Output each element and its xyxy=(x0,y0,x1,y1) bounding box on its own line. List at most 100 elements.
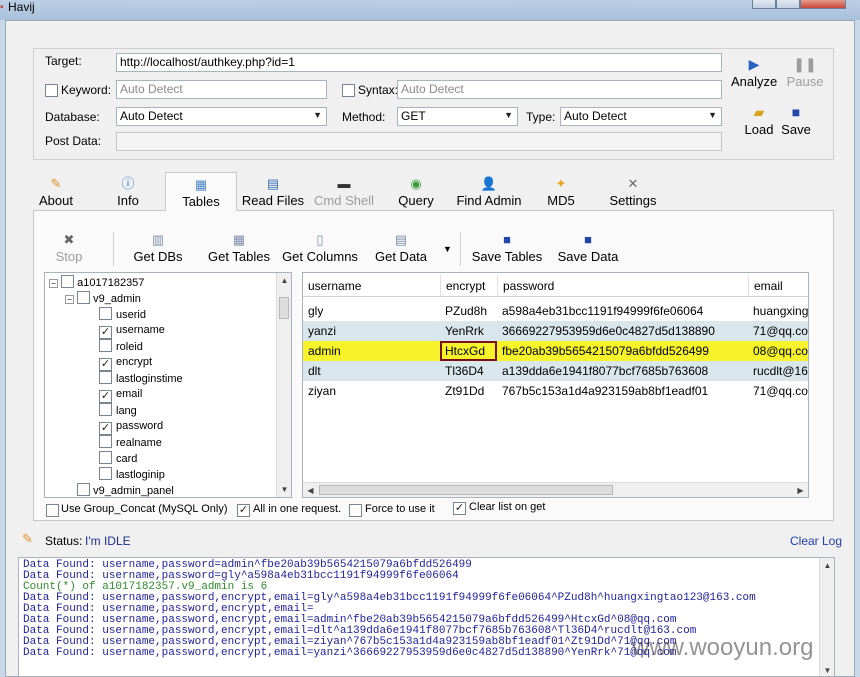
analyze-button[interactable]: ▶ Analyze xyxy=(731,56,777,89)
column-checkbox[interactable]: ✓ xyxy=(99,390,112,403)
column-header[interactable]: password xyxy=(497,275,748,297)
tab-cmd-shell[interactable]: ▬ Cmd Shell xyxy=(312,176,376,208)
table-cell[interactable]: rucdlt@16 xyxy=(748,361,808,381)
table-cell[interactable]: huangxing xyxy=(748,301,808,321)
tree-column-node[interactable]: ✓ encrypt xyxy=(99,355,152,371)
tree-column-node[interactable]: card xyxy=(99,451,137,467)
column-checkbox[interactable] xyxy=(99,307,112,320)
stop-button[interactable]: ✖ Stop xyxy=(52,232,86,264)
table-cell[interactable]: yanzi xyxy=(303,321,440,341)
collapse-icon[interactable]: − xyxy=(49,279,58,288)
tree-column-node[interactable]: realname xyxy=(99,435,162,451)
column-header[interactable]: encrypt xyxy=(440,275,497,297)
table-cell[interactable]: ziyan xyxy=(303,381,440,401)
table-cell[interactable]: 71@qq.co xyxy=(748,321,808,341)
minimize-button[interactable] xyxy=(752,0,776,9)
table-row[interactable]: dlt Tl36D4 a139dda6e1941f8077bcf7685b76360… xyxy=(303,361,808,381)
tree-checkbox[interactable] xyxy=(77,291,91,304)
table-cell[interactable]: PZud8h xyxy=(440,301,497,321)
column-checkbox[interactable]: ✓ xyxy=(99,358,112,371)
postdata-input[interactable] xyxy=(116,132,722,151)
table-cell[interactable]: fbe20ab39b5654215079a6bfdd526499 xyxy=(497,341,748,361)
grid-horizontal-scrollbar[interactable]: ◀ ▶ xyxy=(303,482,808,497)
table-row[interactable]: admin HtcxGd fbe20ab39b5654215079a6bfdd526… xyxy=(303,341,808,361)
get-data-dropdown-icon[interactable]: ▼ xyxy=(443,244,452,254)
column-checkbox[interactable] xyxy=(99,467,112,480)
scroll-up-icon[interactable]: ▲ xyxy=(277,273,291,288)
scroll-down-icon[interactable]: ▼ xyxy=(820,663,834,676)
table-row[interactable]: gly PZud8h a598a4eb31bcc1191f94999f6fe0606… xyxy=(303,301,808,321)
scroll-thumb[interactable] xyxy=(279,297,289,319)
maximize-button[interactable] xyxy=(776,0,800,9)
tab-query[interactable]: ◉ Query xyxy=(394,176,438,208)
column-checkbox[interactable] xyxy=(99,339,112,352)
table-cell[interactable]: gly xyxy=(303,301,440,321)
column-checkbox[interactable] xyxy=(99,371,112,384)
scroll-down-icon[interactable]: ▼ xyxy=(277,482,291,497)
data-grid[interactable]: username encrypt password email gly PZud8… xyxy=(302,272,809,498)
column-checkbox[interactable] xyxy=(99,451,112,464)
keyword-input[interactable]: Auto Detect xyxy=(116,80,327,99)
scroll-up-icon[interactable]: ▲ xyxy=(820,558,834,573)
tree-column-node[interactable]: lang xyxy=(99,403,137,419)
column-checkbox[interactable]: ✓ xyxy=(99,422,112,435)
table-cell[interactable]: a139dda6e1941f8077bcf7685b763608 xyxy=(497,361,748,381)
tree-column-node[interactable]: ✓ password xyxy=(99,419,163,435)
tree-column-node[interactable]: userid xyxy=(99,307,146,323)
all-in-one-checkbox[interactable]: ✓ xyxy=(237,504,250,517)
table-cell[interactable]: a598a4eb31bcc1191f94999f6fe06064 xyxy=(497,301,748,321)
group-concat-checkbox[interactable] xyxy=(46,504,59,517)
scroll-thumb[interactable] xyxy=(319,485,613,495)
column-checkbox[interactable] xyxy=(99,403,112,416)
tree-column-node[interactable]: ✓ username xyxy=(99,323,165,339)
tree-database-node[interactable]: − a1017182357 xyxy=(49,275,144,291)
scroll-right-icon[interactable]: ▶ xyxy=(793,483,808,497)
table-row[interactable]: yanzi YenRrk 36669227953959d6e0c4827d5d138… xyxy=(303,321,808,341)
table-cell[interactable]: admin xyxy=(303,341,440,361)
load-button[interactable]: ▰ Load xyxy=(741,104,777,137)
tree-column-node[interactable]: roleid xyxy=(99,339,143,355)
scroll-left-icon[interactable]: ◀ xyxy=(303,483,318,497)
tree-view[interactable]: − a1017182357 − v9_admin userid ✓ username… xyxy=(44,272,292,498)
clear-list-checkbox[interactable]: ✓ xyxy=(453,502,466,515)
tree-table-node[interactable]: − v9_admin xyxy=(65,291,141,307)
tab-find-admin[interactable]: 👤 Find Admin xyxy=(453,176,525,208)
column-checkbox[interactable] xyxy=(99,435,112,448)
get-dbs-button[interactable]: ▥ Get DBs xyxy=(132,232,184,264)
tab-md5[interactable]: ✦ MD5 xyxy=(543,176,579,208)
column-header[interactable]: username xyxy=(303,275,440,297)
get-data-button[interactable]: ▤ Get Data xyxy=(373,232,429,264)
save-button[interactable]: ■ Save xyxy=(780,104,812,137)
tree-checkbox[interactable] xyxy=(61,275,75,288)
table-cell[interactable]: YenRrk xyxy=(440,321,497,341)
syntax-input[interactable]: Auto Detect xyxy=(397,80,722,99)
close-button[interactable] xyxy=(800,0,846,9)
get-columns-button[interactable]: ▯ Get Columns xyxy=(281,232,359,264)
tab-read-files[interactable]: ▤ Read Files xyxy=(240,176,306,208)
table-cell[interactable]: 767b5c153a1d4a923159ab8bf1eadf01 xyxy=(497,381,748,401)
tree-next-table-node[interactable]: v9_admin_panel xyxy=(65,483,174,497)
target-url-input[interactable]: http://localhost/authkey.php?id=1 xyxy=(116,53,722,72)
column-header[interactable]: email xyxy=(748,275,808,297)
table-cell[interactable]: Tl36D4 xyxy=(440,361,497,381)
tab-tables[interactable]: ▦ Tables xyxy=(165,172,237,212)
tree-checkbox[interactable] xyxy=(77,483,91,496)
tree-column-node[interactable]: lastloginip xyxy=(99,467,165,483)
table-cell[interactable]: 36669227953959d6e0c4827d5d138890 xyxy=(497,321,748,341)
tab-settings[interactable]: ✕ Settings xyxy=(606,176,660,208)
save-data-button[interactable]: ■ Save Data xyxy=(556,232,620,264)
keyword-checkbox[interactable] xyxy=(45,84,58,97)
collapse-icon[interactable]: − xyxy=(65,295,74,304)
get-tables-button[interactable]: ▦ Get Tables xyxy=(205,232,273,264)
column-checkbox[interactable]: ✓ xyxy=(99,326,112,339)
table-cell[interactable]: 71@qq.co xyxy=(748,381,808,401)
clear-log-link[interactable]: Clear Log xyxy=(790,534,842,548)
tree-vertical-scrollbar[interactable]: ▲ ▼ xyxy=(276,273,291,497)
table-row[interactable]: ziyan Zt91Dd 767b5c153a1d4a923159ab8bf1ead… xyxy=(303,381,808,401)
table-cell[interactable]: HtcxGd xyxy=(440,341,497,361)
force-checkbox[interactable] xyxy=(349,504,362,517)
database-select[interactable]: Auto Detect ▼ xyxy=(116,107,327,126)
tree-column-node[interactable]: ✓ email xyxy=(99,387,142,403)
log-vertical-scrollbar[interactable]: ▲ ▼ xyxy=(819,558,834,676)
table-cell[interactable]: Zt91Dd xyxy=(440,381,497,401)
